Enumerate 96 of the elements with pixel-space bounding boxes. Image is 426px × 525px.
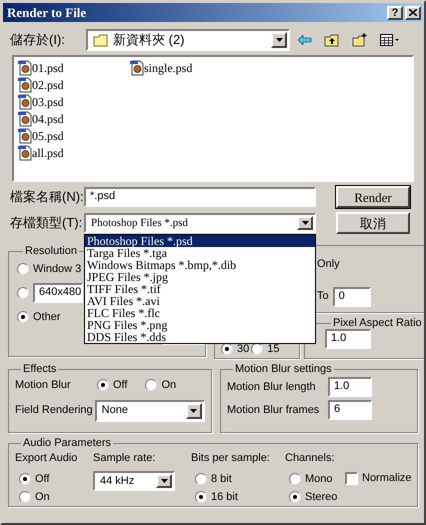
radio-label: 8 bit	[211, 472, 232, 486]
dropdown-button[interactable]	[186, 402, 202, 418]
filetype-option[interactable]: Targa Files *.tga	[85, 247, 315, 259]
radio-label: Other	[33, 310, 61, 325]
radio-button[interactable]	[289, 472, 301, 485]
dropdown-button[interactable]	[297, 216, 313, 230]
image-file-icon	[18, 60, 32, 76]
radio-label: 16 bit	[211, 490, 238, 505]
radio-button[interactable]	[195, 491, 207, 504]
folder-icon	[93, 34, 109, 46]
radio-button[interactable]	[17, 263, 29, 275]
image-file-icon	[18, 110, 32, 126]
motion-blur-label: Motion Blur	[15, 378, 72, 393]
radio-label: Window 3	[33, 262, 82, 277]
group-title: Pixel Aspect Ratio	[332, 317, 423, 329]
radio-label: 15	[267, 342, 280, 356]
filename-field[interactable]: *.psd	[84, 187, 316, 207]
image-file-icon	[130, 60, 144, 76]
radio-button[interactable]	[289, 491, 301, 504]
close-button[interactable]	[405, 6, 421, 20]
filetype-option[interactable]: DDS Files *.dds	[85, 331, 315, 343]
resolution-field[interactable]: 640x480	[33, 283, 83, 303]
save-in-label: 儲存於(I):	[9, 31, 66, 50]
normalize-checkbox[interactable]	[345, 472, 358, 485]
image-file-icon	[18, 128, 32, 144]
help-button[interactable]: ?	[387, 6, 403, 20]
back-arrow-icon[interactable]	[298, 35, 312, 45]
radio-button[interactable]	[17, 287, 29, 299]
option-label: Only	[317, 257, 341, 272]
radio-label: 30	[237, 342, 250, 356]
file-item[interactable]: all.psd	[18, 144, 82, 161]
radio-label: On	[35, 490, 50, 505]
render-button[interactable]: Render	[336, 186, 410, 208]
image-file-icon	[18, 76, 32, 92]
dropdown-button[interactable]	[271, 32, 287, 48]
group-title: Resolution	[24, 245, 78, 257]
normalize-label: Normalize	[362, 471, 412, 486]
group-title: Audio Parameters	[22, 437, 112, 449]
radio-button[interactable]	[145, 379, 158, 392]
filetype-dropdown[interactable]: Photoshop Files *.psd	[84, 213, 316, 233]
file-item[interactable]: 03.psd	[18, 93, 82, 110]
radio-button[interactable]	[195, 472, 207, 485]
group-title: Effects	[22, 363, 58, 375]
export-audio-label: Export Audio	[15, 451, 78, 466]
radio-label: Stereo	[305, 490, 338, 505]
setting-label: Motion Blur frames	[227, 402, 320, 418]
file-item[interactable]: single.psd	[130, 59, 194, 76]
setting-label: Motion Blur length	[227, 380, 317, 395]
pixel-aspect-field[interactable]: 1.0	[325, 329, 371, 349]
group-title: Motion Blur settings	[234, 363, 333, 375]
caret-icon	[276, 38, 282, 42]
field-rendering-label: Field Rendering	[15, 403, 93, 418]
caret-icon	[302, 221, 308, 225]
folder-dropdown[interactable]: 新資料夾 (2)	[86, 29, 290, 51]
radio-button[interactable]	[17, 311, 29, 323]
filetype-option[interactable]: PNG Files *.png	[85, 319, 315, 331]
radio-label: Mono	[305, 472, 333, 486]
folder-name: 新資料夾 (2)	[113, 31, 184, 50]
caret-icon	[160, 478, 168, 482]
setting-field[interactable]: 1.0	[328, 377, 372, 397]
up-folder-icon[interactable]	[324, 34, 340, 46]
file-item[interactable]: 04.psd	[18, 110, 82, 127]
channels-label: Channels:	[285, 451, 335, 466]
sample-rate-label: Sample rate:	[93, 451, 156, 466]
radio-button[interactable]	[19, 491, 31, 504]
new-folder-icon[interactable]	[352, 33, 368, 47]
filetype-option[interactable]: Photoshop Files *.psd	[85, 235, 315, 247]
filetype-option[interactable]: AVI Files *.avi	[85, 295, 315, 307]
window-title: Render to File	[7, 4, 88, 22]
radio-button[interactable]	[19, 472, 31, 485]
filetype-option[interactable]: TIFF Files *.tif	[85, 283, 315, 295]
to-label: To	[317, 289, 329, 304]
cancel-button[interactable]: 取消	[336, 212, 410, 234]
filetype-option[interactable]: Windows Bitmaps *.bmp,*.dib	[85, 259, 315, 271]
filename-label: 檔案名稱(N):	[9, 188, 84, 206]
file-item[interactable]: 02.psd	[18, 76, 82, 93]
filetype-option[interactable]: JPEG Files *.jpg	[85, 271, 315, 283]
field-rendering-dropdown[interactable]: None	[94, 400, 205, 422]
image-file-icon	[18, 144, 32, 160]
file-item[interactable]: 05.psd	[18, 127, 82, 144]
to-field[interactable]: 0	[332, 286, 371, 306]
sample-rate-dropdown[interactable]: 44 kHz	[93, 470, 175, 490]
dropdown-button[interactable]	[156, 474, 172, 488]
radio-label: On	[161, 378, 176, 393]
bits-label: Bits per sample:	[191, 451, 271, 466]
radio-button[interactable]	[97, 379, 109, 392]
setting-field[interactable]: 6	[328, 400, 372, 420]
image-file-icon	[18, 94, 32, 110]
radio-label: Off	[35, 472, 50, 486]
close-icon	[409, 9, 417, 16]
caret-icon	[190, 408, 198, 412]
filetype-option[interactable]: FLC Files *.flc	[85, 307, 315, 319]
file-item[interactable]: 01.psd	[18, 59, 82, 76]
filetype-label: 存檔類型(T):	[9, 214, 84, 232]
view-menu-icon[interactable]	[380, 34, 400, 46]
radio-label: Off	[113, 378, 128, 393]
